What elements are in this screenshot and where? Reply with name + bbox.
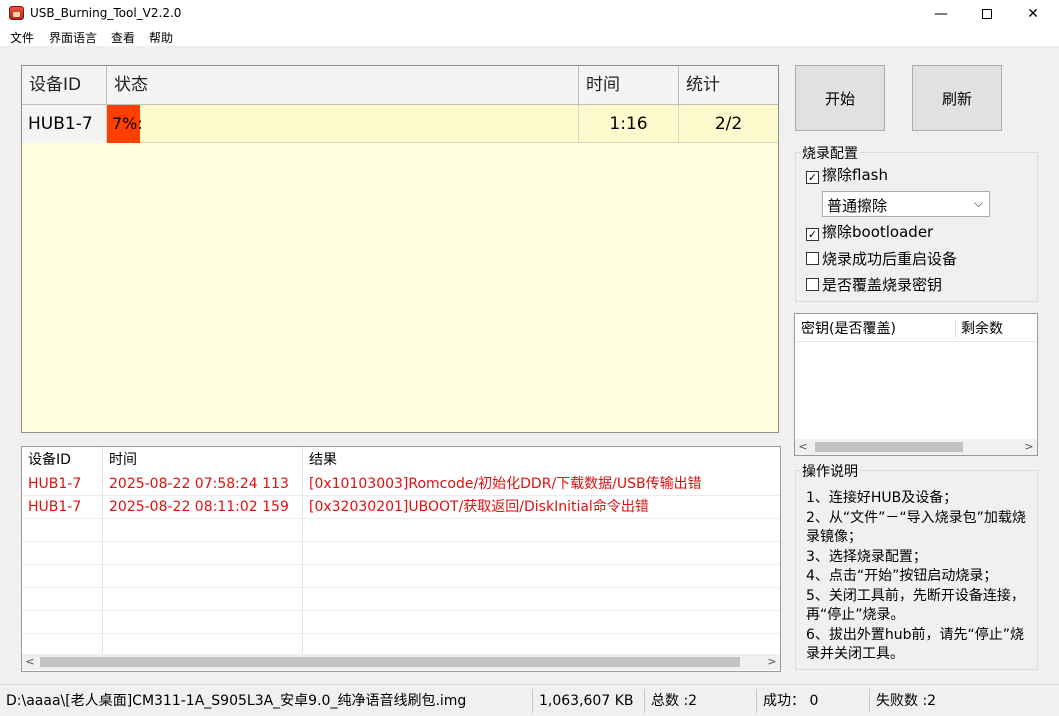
- log-result: [0x32030201]UBOOT/获取返回/DiskInitial命令出错: [309, 499, 649, 515]
- log-table-header: 设备ID 时间 结果: [22, 447, 780, 473]
- device-stat: 2/2: [714, 114, 743, 134]
- key-list-scrollbar[interactable]: < >: [795, 439, 1037, 455]
- instruction-line: 3、选择烧录配置；: [806, 548, 927, 565]
- log-scrollbar[interactable]: < >: [22, 654, 780, 670]
- instructions-group: 操作说明 1、连接好HUB及设备； 2、从“文件”－“导入烧录包”加载烧录镜像；…: [795, 461, 1038, 670]
- start-button[interactable]: 开始: [795, 65, 885, 131]
- refresh-button[interactable]: 刷新: [912, 65, 1002, 131]
- menu-bar: 文件 界面语言 查看 帮助: [0, 28, 1059, 46]
- menu-help[interactable]: 帮助: [149, 29, 173, 46]
- header-stat[interactable]: 统计: [679, 66, 778, 105]
- instruction-line: 6、拔出外置hub前，请先“停止”烧录并关闭工具。: [806, 626, 1025, 663]
- progress-text: 7%:: [112, 114, 143, 133]
- maximize-button[interactable]: [964, 0, 1010, 28]
- checkbox-icon: [806, 278, 819, 291]
- header-log-device-id[interactable]: 设备ID: [22, 447, 103, 473]
- burn-config-title: 烧录配置: [800, 143, 860, 163]
- device-table-header: 设备ID 状态 时间 统计: [22, 66, 778, 105]
- instruction-line: 1、连接好HUB及设备；: [806, 490, 958, 506]
- total-count: 总数 :2: [645, 689, 757, 713]
- instruction-line: 2、从“文件”－“导入烧录包”加载烧录镜像；: [806, 509, 1026, 546]
- log-time: 2025-08-22 08:11:02 159: [103, 496, 303, 519]
- header-log-result[interactable]: 结果: [303, 447, 780, 473]
- log-device-id: HUB1-7: [22, 496, 103, 519]
- column-divider: [955, 320, 956, 338]
- menu-file[interactable]: 文件: [10, 29, 34, 46]
- log-row[interactable]: HUB1-7 2025-08-22 08:11:02 159 [0x320302…: [22, 496, 780, 519]
- app-icon: [9, 6, 24, 20]
- erase-mode-value: 普通擦除: [827, 197, 888, 215]
- log-device-id: HUB1-7: [22, 473, 103, 496]
- device-time: 1:16: [579, 105, 679, 143]
- header-log-time[interactable]: 时间: [103, 447, 303, 473]
- checkbox-icon: ✓: [806, 228, 819, 241]
- erase-flash-label: 擦除flash: [822, 166, 888, 184]
- chevron-down-icon: ⌵: [973, 196, 983, 210]
- device-row[interactable]: HUB1-7 7%: 1:16 2/2: [22, 105, 778, 143]
- burn-config-group: 烧录配置 ✓ 擦除flash 普通擦除 ⌵ ✓ 擦除bootloader 烧录成功后…: [795, 143, 1038, 302]
- menu-view[interactable]: 查看: [111, 29, 135, 46]
- device-table[interactable]: 设备ID 状态 时间 统计 HUB1-7 7%: 1:16 2/2: [21, 65, 779, 433]
- checkbox-icon: [806, 252, 819, 265]
- log-row-empty: [22, 565, 780, 588]
- log-row-empty: [22, 611, 780, 634]
- erase-bootloader-checkbox[interactable]: ✓ 擦除bootloader: [806, 222, 933, 242]
- instruction-line: 4、点击“开始”按钮启动烧录；: [806, 568, 998, 584]
- overwrite-key-checkbox[interactable]: 是否覆盖烧录密钥: [806, 275, 942, 295]
- reboot-after-label: 烧录成功后重启设备: [822, 250, 958, 268]
- header-time[interactable]: 时间: [579, 66, 679, 105]
- instructions-text: 1、连接好HUB及设备； 2、从“文件”－“导入烧录包”加载烧录镜像； 3、选择…: [806, 489, 1036, 665]
- fail-count: 失败数 :2: [876, 693, 937, 709]
- close-button[interactable]: ✕: [1010, 0, 1056, 28]
- success-count: 成功： 0: [757, 689, 870, 713]
- status-bar: D:\aaaa\[老人桌面]CM311-1A_S905L3A_安卓9.0_纯净语…: [0, 684, 1059, 716]
- scroll-right-icon[interactable]: >: [764, 654, 780, 670]
- log-table[interactable]: 设备ID 时间 结果 HUB1-7 2025-08-22 07:58:24 11…: [21, 446, 781, 672]
- reboot-after-checkbox[interactable]: 烧录成功后重启设备: [806, 249, 957, 269]
- checkbox-icon: ✓: [806, 171, 819, 184]
- image-path: D:\aaaa\[老人桌面]CM311-1A_S905L3A_安卓9.0_纯净语…: [0, 689, 533, 713]
- window-title: USB_Burning_Tool_V2.2.0: [30, 6, 182, 20]
- scroll-right-icon[interactable]: >: [1021, 439, 1037, 455]
- log-row-empty: [22, 588, 780, 611]
- erase-mode-select[interactable]: 普通擦除 ⌵: [822, 191, 990, 217]
- overwrite-key-label: 是否覆盖烧录密钥: [822, 276, 943, 294]
- log-row-empty: [22, 542, 780, 565]
- key-list[interactable]: 密钥(是否覆盖) 剩余数 < >: [794, 313, 1038, 456]
- header-remaining[interactable]: 剩余数: [961, 318, 1003, 338]
- scroll-thumb[interactable]: [815, 442, 963, 452]
- header-status[interactable]: 状态: [107, 66, 579, 105]
- instructions-title: 操作说明: [800, 461, 860, 481]
- scroll-left-icon[interactable]: <: [795, 439, 811, 455]
- erase-flash-checkbox[interactable]: ✓ 擦除flash: [806, 165, 888, 185]
- menu-language[interactable]: 界面语言: [49, 29, 97, 46]
- minimize-button[interactable]: —: [918, 0, 964, 28]
- image-size: 1,063,607 KB: [533, 689, 645, 713]
- instruction-line: 5、关闭工具前，先断开设备连接，再“停止”烧录。: [806, 587, 1025, 624]
- scroll-left-icon[interactable]: <: [22, 654, 38, 670]
- title-bar: USB_Burning_Tool_V2.2.0 — ✕: [0, 0, 1059, 28]
- scroll-thumb[interactable]: [40, 657, 740, 667]
- header-device-id[interactable]: 设备ID: [22, 66, 107, 105]
- erase-bootloader-label: 擦除bootloader: [822, 223, 934, 241]
- key-list-header: 密钥(是否覆盖) 剩余数: [795, 314, 1037, 342]
- device-status: 7%:: [107, 105, 579, 143]
- header-key[interactable]: 密钥(是否覆盖): [801, 318, 896, 338]
- log-row[interactable]: HUB1-7 2025-08-22 07:58:24 113 [0x101030…: [22, 473, 780, 496]
- log-time: 2025-08-22 07:58:24 113: [103, 473, 303, 496]
- maximize-icon: [982, 9, 992, 19]
- log-row-empty: [22, 519, 780, 542]
- log-result: [0x10103003]Romcode/初始化DDR/下载数据/USB传输出错: [309, 476, 702, 492]
- device-id: HUB1-7: [22, 105, 107, 143]
